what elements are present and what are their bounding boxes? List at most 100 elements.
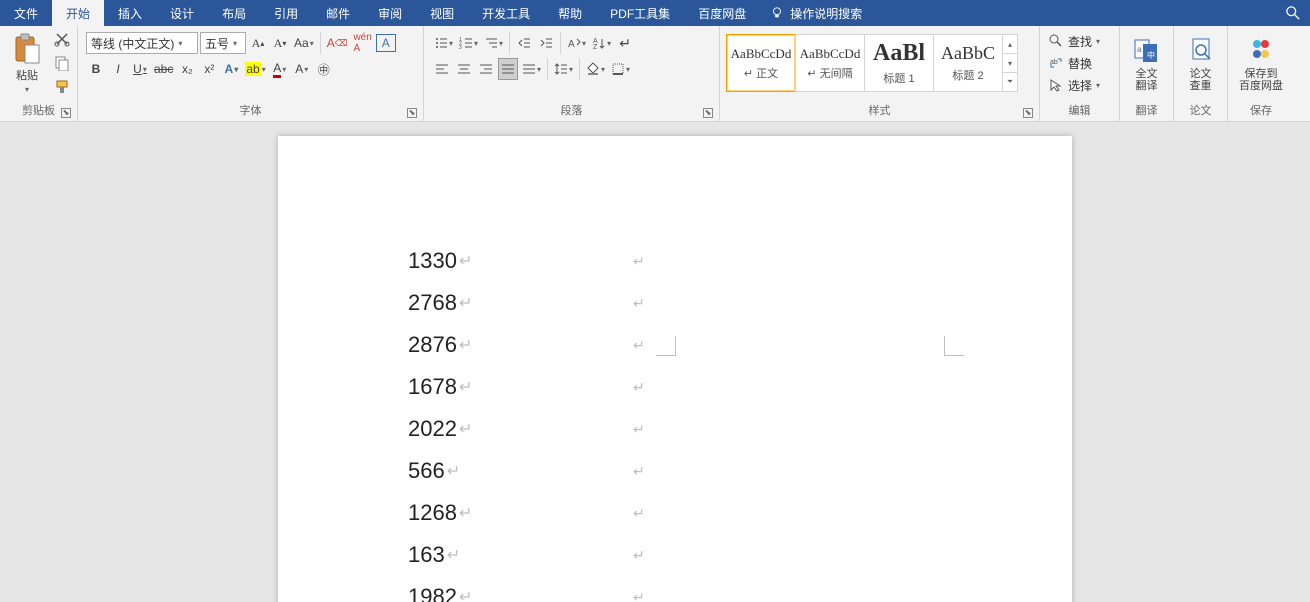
font-color-button[interactable]: A xyxy=(270,58,290,80)
empty-line[interactable]: ↵ xyxy=(633,282,645,324)
change-case-button[interactable]: Aa xyxy=(292,32,316,54)
phonetic-guide-button[interactable]: wénA xyxy=(351,32,373,54)
numbering-button[interactable]: 123 xyxy=(457,32,480,54)
style-heading2[interactable]: AaBbC 标题 2 xyxy=(933,34,1003,92)
translate-button[interactable]: a中 全文翻译 xyxy=(1124,28,1169,98)
font-name-combo[interactable]: 等线 (中文正文)▾ xyxy=(86,32,198,54)
indent-increase-button[interactable] xyxy=(536,32,556,54)
paper-check-button[interactable]: 论文查重 xyxy=(1178,28,1223,98)
text-line[interactable]: 2768↵ xyxy=(408,282,472,324)
subscript-button[interactable]: x₂ xyxy=(177,58,197,80)
search-icon[interactable] xyxy=(1276,0,1310,26)
superscript-button[interactable]: x² xyxy=(199,58,219,80)
empty-line[interactable]: ↵ xyxy=(633,324,645,366)
paste-button[interactable]: 粘贴 ▾ xyxy=(4,28,50,98)
style-scroll-down[interactable]: ▾ xyxy=(1003,54,1017,73)
highlight-button[interactable]: ab xyxy=(243,58,267,80)
bold-button[interactable]: B xyxy=(86,58,106,80)
empty-line[interactable]: ↵ xyxy=(633,492,645,534)
italic-button[interactable]: I xyxy=(108,58,128,80)
align-left-button[interactable] xyxy=(432,58,452,80)
translate-group-label: 翻译 xyxy=(1136,105,1158,117)
group-save: 保存到百度网盘 保存 xyxy=(1228,26,1294,121)
styles-group-label: 样式 xyxy=(869,105,891,117)
align-center-button[interactable] xyxy=(454,58,474,80)
format-painter-button[interactable] xyxy=(52,76,72,98)
align-justify-button[interactable] xyxy=(498,58,518,80)
style-heading1[interactable]: AaBl 标题 1 xyxy=(864,34,934,92)
indent-decrease-button[interactable] xyxy=(514,32,534,54)
save-baidu-button[interactable]: 保存到百度网盘 xyxy=(1232,28,1290,98)
strike-button[interactable]: abc xyxy=(152,58,175,80)
empty-line[interactable]: ↵ xyxy=(633,240,645,282)
empty-line[interactable]: ↵ xyxy=(633,366,645,408)
line-spacing-button[interactable] xyxy=(552,58,575,80)
char-shading-button[interactable]: A xyxy=(292,58,312,80)
clipboard-launcher[interactable]: ⬊ xyxy=(61,108,71,118)
style-scroll-up[interactable]: ▴ xyxy=(1003,35,1017,54)
sort-button[interactable]: AZ xyxy=(590,32,613,54)
paragraph-launcher[interactable]: ⬊ xyxy=(703,108,713,118)
tab-insert[interactable]: 插入 xyxy=(104,0,156,26)
font-size-combo[interactable]: 五号▾ xyxy=(200,32,246,54)
svg-text:A: A xyxy=(568,39,575,50)
tab-layout[interactable]: 布局 xyxy=(208,0,260,26)
bullets-button[interactable] xyxy=(432,32,455,54)
empty-line[interactable]: ↵ xyxy=(633,534,645,576)
copy-button[interactable] xyxy=(52,52,72,74)
text-direction-button[interactable]: A xyxy=(565,32,588,54)
style-expand[interactable]: ⏷ xyxy=(1003,73,1017,91)
tab-file[interactable]: 文件 xyxy=(0,0,52,26)
empty-line[interactable]: ↵ xyxy=(633,450,645,492)
show-marks-button[interactable]: ↵ xyxy=(615,32,635,54)
page[interactable]: 1330↵2768↵2876↵1678↵2022↵566↵1268↵163↵19… xyxy=(278,136,1072,602)
replace-button[interactable]: ab 替换 xyxy=(1046,52,1094,74)
char-border-button[interactable]: A xyxy=(376,34,396,52)
shrink-font-button[interactable]: A▾ xyxy=(270,32,290,54)
shading-button[interactable] xyxy=(584,58,607,80)
text-line[interactable]: 2876↵ xyxy=(408,324,472,366)
empty-line[interactable]: ↵ xyxy=(633,408,645,450)
borders-button[interactable] xyxy=(609,58,632,80)
tab-developer[interactable]: 开发工具 xyxy=(468,0,544,26)
text-line[interactable]: 2022↵ xyxy=(408,408,472,450)
multilevel-button[interactable] xyxy=(482,32,505,54)
select-button[interactable]: 选择 xyxy=(1046,74,1102,96)
text-line[interactable]: 1268↵ xyxy=(408,492,472,534)
tab-mailings[interactable]: 邮件 xyxy=(312,0,364,26)
styles-launcher[interactable]: ⬊ xyxy=(1023,108,1033,118)
tab-references[interactable]: 引用 xyxy=(260,0,312,26)
align-distribute-button[interactable] xyxy=(520,58,543,80)
find-icon xyxy=(1048,33,1064,49)
font-launcher[interactable]: ⬊ xyxy=(407,108,417,118)
text-line[interactable]: 566↵ xyxy=(408,450,472,492)
text-line[interactable]: 1330↵ xyxy=(408,240,472,282)
tab-help[interactable]: 帮助 xyxy=(544,0,596,26)
empty-line[interactable]: ↵ xyxy=(633,576,645,602)
tab-pdf-tools[interactable]: PDF工具集 xyxy=(596,0,684,26)
find-button[interactable]: 查找 xyxy=(1046,30,1102,52)
align-right-button[interactable] xyxy=(476,58,496,80)
text-line[interactable]: 1678↵ xyxy=(408,366,472,408)
clipboard-group-label: 剪贴板 xyxy=(22,105,55,117)
tab-baidu[interactable]: 百度网盘 xyxy=(684,0,760,26)
tab-review[interactable]: 审阅 xyxy=(364,0,416,26)
style-no-spacing[interactable]: AaBbCcDd ↵ 无间隔 xyxy=(795,34,865,92)
style-normal[interactable]: AaBbCcDd ↵ 正文 xyxy=(726,34,796,92)
document-content-col2: ↵↵↵↵↵↵↵↵↵ xyxy=(633,240,645,602)
cut-button[interactable] xyxy=(52,28,72,50)
text-line[interactable]: 163↵ xyxy=(408,534,472,576)
svg-text:a: a xyxy=(1137,45,1142,54)
tell-me-search[interactable]: 操作说明搜索 xyxy=(760,0,872,26)
document-content-col1: 1330↵2768↵2876↵1678↵2022↵566↵1268↵163↵19… xyxy=(408,240,472,602)
tab-home[interactable]: 开始 xyxy=(52,0,104,26)
grow-font-button[interactable]: A▴ xyxy=(248,32,268,54)
underline-button[interactable]: U xyxy=(130,58,150,80)
document-area[interactable]: 1330↵2768↵2876↵1678↵2022↵566↵1268↵163↵19… xyxy=(0,122,1310,602)
text-effects-button[interactable]: A xyxy=(221,58,241,80)
clear-format-button[interactable]: A⌫ xyxy=(325,32,350,54)
text-line[interactable]: 1982↵ xyxy=(408,576,472,602)
tab-view[interactable]: 视图 xyxy=(416,0,468,26)
tab-design[interactable]: 设计 xyxy=(156,0,208,26)
enclose-char-button[interactable]: ㊥ xyxy=(314,58,334,80)
